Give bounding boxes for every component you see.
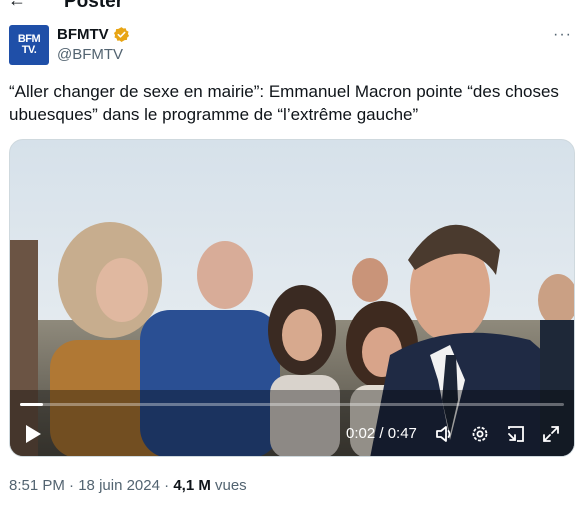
video-progress-bar[interactable] bbox=[20, 403, 564, 406]
handle[interactable]: @BFMTV bbox=[57, 46, 123, 63]
video-frame-image bbox=[10, 140, 574, 456]
pip-icon[interactable] bbox=[506, 424, 526, 444]
views-count: 4,1 M bbox=[173, 477, 211, 494]
video-controls: 0:02 / 0:47 bbox=[10, 412, 574, 456]
name-row: BFMTV bbox=[57, 26, 130, 43]
tweet-meta: 8:51 PM · 18 juin 2024 · 4,1 M vues bbox=[9, 477, 247, 494]
page-title: Poster bbox=[64, 0, 124, 12]
avatar[interactable]: BFM TV. bbox=[9, 25, 49, 65]
volume-icon[interactable] bbox=[434, 424, 454, 444]
back-arrow-icon[interactable]: ← bbox=[8, 0, 26, 11]
avatar-logo-line2: TV. bbox=[21, 44, 37, 56]
tweet-header: BFM TV. BFMTV @BFMTV ··· bbox=[9, 24, 576, 66]
top-bar: ← Poster bbox=[0, 0, 585, 14]
video-time: 0:02 / 0:47 bbox=[346, 425, 417, 442]
play-icon[interactable] bbox=[24, 424, 42, 444]
views-label: vues bbox=[215, 477, 247, 494]
settings-icon[interactable] bbox=[470, 424, 490, 444]
verified-badge-icon[interactable] bbox=[113, 26, 130, 43]
video-player[interactable]: 0:02 / 0:47 bbox=[9, 139, 575, 457]
fullscreen-icon[interactable] bbox=[541, 424, 561, 444]
tweet-text: “Aller changer de sexe en mairie”: Emman… bbox=[9, 82, 559, 124]
tweet-time[interactable]: 8:51 PM bbox=[9, 477, 65, 494]
display-name[interactable]: BFMTV bbox=[57, 26, 109, 43]
meta-separator-2: · bbox=[159, 477, 174, 494]
meta-separator: · bbox=[64, 477, 79, 494]
tweet-date[interactable]: 18 juin 2024 bbox=[78, 477, 160, 494]
more-options-icon[interactable]: ··· bbox=[553, 26, 572, 44]
video-progress-fill bbox=[20, 403, 44, 406]
